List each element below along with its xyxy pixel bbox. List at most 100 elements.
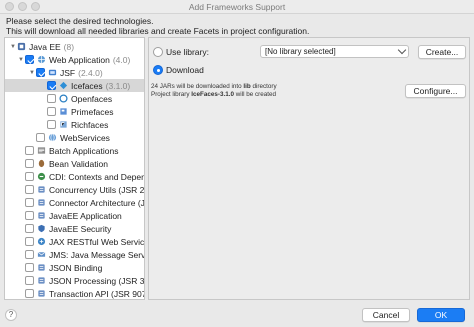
checkbox[interactable] <box>25 289 34 298</box>
checkbox[interactable] <box>25 172 34 181</box>
tree-item-json-binding[interactable]: JSON Binding <box>5 261 144 274</box>
tree-item-concurrency-utils-jsr-236[interactable]: Concurrency Utils (JSR 236) <box>5 183 144 196</box>
checkbox[interactable] <box>47 107 56 116</box>
tree-item-version: (8) <box>63 41 75 52</box>
tree-item-label: JSON Processing (JSR 353) <box>49 275 145 286</box>
use-library-radio[interactable] <box>153 47 163 57</box>
ok-button[interactable]: OK <box>417 308 465 322</box>
concurrency-icon <box>38 186 45 193</box>
library-settings-panel: Use library: [No library selected] Creat… <box>148 37 470 300</box>
tree-item-openfaces[interactable]: Openfaces <box>5 92 144 105</box>
tree-item-jax-restful-web-services[interactable]: JAX RESTful Web Services <box>5 235 145 248</box>
tree-item-json-processing-jsr-353[interactable]: JSON Processing (JSR 353) <box>5 274 145 287</box>
checkbox[interactable] <box>36 68 45 77</box>
chevron-down-icon[interactable]: ▼ <box>9 42 17 52</box>
tree-item-cdi-contexts-and-dependency-injection[interactable]: CDI: Contexts and Dependency Injection <box>5 170 144 183</box>
download-radio[interactable] <box>153 65 163 75</box>
tree-item-label: JSON Binding <box>49 262 103 273</box>
tree-item-batch-applications[interactable]: Batch Applications <box>5 144 144 157</box>
batch-icon <box>37 147 46 154</box>
chevron-down-icon[interactable]: ▼ <box>28 68 36 78</box>
library-select-value: [No library selected] <box>265 47 336 56</box>
checkbox[interactable] <box>47 94 56 103</box>
close-window-button[interactable] <box>5 2 14 11</box>
checkbox[interactable] <box>25 224 34 233</box>
tree-item-web-application[interactable]: ▼ Web Application (4.0) <box>5 53 144 66</box>
tree-item-label: JAX RESTful Web Services <box>49 236 145 247</box>
tree-item-version: (2.4.0) <box>78 67 103 78</box>
tree-item-bean-validation[interactable]: Bean Validation <box>5 157 144 170</box>
create-library-button[interactable]: Create... <box>418 45 466 59</box>
tree-item-jsf[interactable]: ▼ JSF (2.4.0) <box>5 66 144 79</box>
tree-item-label: Bean Validation <box>49 158 108 169</box>
tree-item-richfaces[interactable]: Richfaces <box>5 118 144 131</box>
tree-item-label: JMS: Java Message Service <box>49 249 145 260</box>
web-icon <box>37 55 46 64</box>
download-label: Download <box>166 65 204 75</box>
tree-item-java-ee[interactable]: ▼ Java EE (8) <box>5 40 144 53</box>
tree-item-transaction-api-jsr-907[interactable]: Transaction API (JSR 907) <box>5 287 144 299</box>
info-text: 24 JARs will be downloaded into <box>151 83 244 90</box>
tree-item-version: (3.1.0) <box>105 80 131 91</box>
javaee-app-icon <box>38 212 45 219</box>
tree-item-jms-java-message-service[interactable]: JMS: Java Message Service <box>5 248 145 261</box>
checkbox[interactable] <box>25 198 34 207</box>
tree-item-javaee-security[interactable]: JavaEE Security <box>5 222 144 235</box>
tree-item-javaee-application[interactable]: JavaEE Application <box>5 209 144 222</box>
checkbox[interactable] <box>36 133 45 142</box>
checkbox[interactable] <box>25 250 34 259</box>
json-processing-icon <box>38 277 45 284</box>
window-controls <box>5 2 40 11</box>
zoom-window-button[interactable] <box>31 2 40 11</box>
use-library-label: Use library: <box>166 47 209 57</box>
checkbox[interactable] <box>25 237 34 246</box>
javaee-icon <box>17 42 26 51</box>
checkbox[interactable] <box>25 276 34 285</box>
window-titlebar: Add Frameworks Support <box>0 0 474 14</box>
info-text-suffix: directory <box>250 83 277 90</box>
info2-text: Project library <box>151 91 192 98</box>
dialog-footer: ? Cancel OK <box>0 303 474 327</box>
help-button[interactable]: ? <box>5 309 17 321</box>
checkbox[interactable] <box>25 55 34 64</box>
library-select[interactable]: [No library selected] <box>260 45 409 58</box>
bean-icon <box>38 159 45 168</box>
tree-item-connector-architecture-jsr-322[interactable]: Connector Architecture (JSR 322) <box>5 196 145 209</box>
tree-item-label: JavaEE Security <box>49 223 112 234</box>
checkbox[interactable] <box>25 146 34 155</box>
dialog-description: Please select the desired technologies. … <box>6 16 468 36</box>
chevron-down-icon[interactable]: ▼ <box>17 55 25 65</box>
tree-item-label: JavaEE Application <box>49 210 122 221</box>
checkbox[interactable] <box>25 185 34 194</box>
tree-item-label: Icefaces <box>71 80 103 91</box>
description-line-1: Please select the desired technologies. <box>6 16 154 26</box>
checkbox[interactable] <box>47 120 56 129</box>
description-line-2: This will download all needed libraries … <box>6 26 310 36</box>
primefaces-icon <box>60 108 67 115</box>
tree-item-version: (4.0) <box>112 54 131 65</box>
checkbox[interactable] <box>47 81 56 90</box>
technologies-tree[interactable]: ▼ Java EE (8) ▼ Web Application (4.0) ▼ JSF (2.4… <box>4 37 145 300</box>
checkbox[interactable] <box>25 211 34 220</box>
tree-item-icefaces[interactable]: Icefaces (3.1.0) <box>5 79 144 92</box>
cdi-icon <box>37 172 46 181</box>
minimize-window-button[interactable] <box>18 2 27 11</box>
tree-item-webservices[interactable]: WebServices <box>5 131 144 144</box>
checkbox[interactable] <box>25 159 34 168</box>
window-title: Add Frameworks Support <box>188 2 286 12</box>
tree-item-label: Connector Architecture (JSR 322) <box>49 197 145 208</box>
rest-icon <box>37 237 46 246</box>
cancel-button[interactable]: Cancel <box>362 308 410 322</box>
tree-item-primefaces[interactable]: Primefaces <box>5 105 144 118</box>
checkbox[interactable] <box>25 263 34 272</box>
tree-item-label: Java EE <box>29 41 61 52</box>
configure-button[interactable]: Configure... <box>405 84 466 98</box>
